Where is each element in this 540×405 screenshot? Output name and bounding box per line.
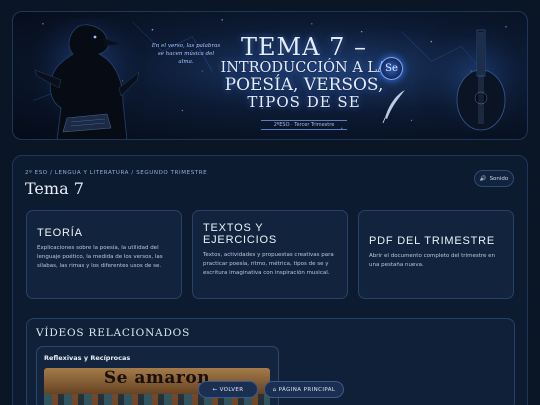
raven-poet-illustration	[27, 18, 147, 139]
quill-icon	[382, 90, 405, 124]
sound-button-label: Sonido	[489, 175, 509, 182]
home-button[interactable]: ⌂ PÁGINA PRINCIPAL	[264, 381, 344, 398]
banner-subtitle: 2ºESO · Tercer Trimestre	[261, 120, 347, 130]
banner-title-line-1: TEMA 7 –	[241, 33, 367, 61]
banner-title: TEMA 7 – INTRODUCCIÓN A LA POESÍA, VERSO…	[209, 34, 399, 111]
hero-banner: En el verso, las palabras se hacen músic…	[12, 11, 528, 140]
video-title: Reflexivas y Recíprocas	[44, 354, 131, 362]
sound-button[interactable]: 🔊 Sonido	[474, 170, 514, 187]
page-title: Tema 7	[25, 179, 84, 198]
card-description: Textos, actividades y propuestas creativ…	[203, 252, 334, 276]
card-textos-ejercicios[interactable]: TEXTOS Y EJERCICIOS Textos, actividades …	[192, 210, 348, 299]
card-title: PDF DEL TRIMESTRE	[369, 235, 496, 247]
card-teoria[interactable]: TEORÍA Explicaciones sobre la poesía, la…	[26, 210, 182, 299]
card-pdf-trimestre[interactable]: PDF DEL TRIMESTRE Abrir el documento com…	[358, 210, 514, 299]
card-description: Abrir el documento completo del trimestr…	[369, 253, 495, 268]
se-badge: Se	[380, 57, 403, 80]
banner-title-line-3: POESÍA, VERSOS,	[224, 75, 384, 95]
breadcrumb: 2º ESO / LENGUA Y LITERATURA / SEGUNDO T…	[25, 170, 208, 176]
card-title: TEORÍA	[37, 227, 83, 239]
card-description: Explicaciones sobre la poesía, la utilid…	[37, 245, 163, 269]
speaker-icon: 🔊	[479, 175, 487, 182]
banner-title-line-4: TIPOS DE SE	[247, 93, 361, 111]
related-videos-title: VÍDEOS RELACIONADOS	[36, 327, 191, 339]
card-title: TEXTOS Y EJERCICIOS	[203, 222, 278, 246]
banner-title-line-2: INTRODUCCIÓN A LA	[220, 60, 388, 76]
back-button[interactable]: ← VOLVER	[198, 381, 258, 398]
lute-instrument-illustration	[411, 20, 521, 138]
